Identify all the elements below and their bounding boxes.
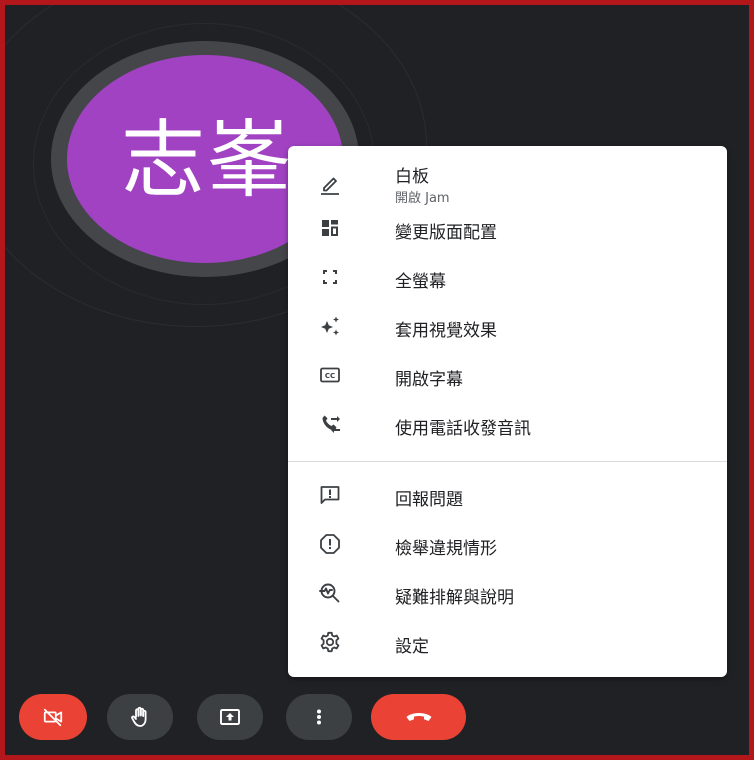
menu-item-report-abuse[interactable]: 檢舉違規情形 [288,522,727,566]
hand-icon [128,705,152,729]
menu-item-label: 全螢幕 [395,272,446,292]
svg-text:CC: CC [325,372,335,380]
closed-captions-icon: CC [318,363,342,387]
pencil-icon [318,172,342,196]
present-button[interactable] [197,694,263,740]
more-options-menu: 白板 開啟 Jam 變更版面配置 全螢幕 套用視覺效果 CC 開啟字幕 使用電話… [288,146,727,677]
phone-transfer-icon [318,412,342,436]
more-options-button[interactable] [286,694,352,740]
meeting-window: 志峯 白板 開啟 Jam 變更版面配置 全螢幕 套用視覺效果 CC 開啟字幕 使… [0,0,754,760]
feedback-icon [318,483,342,507]
menu-divider [288,461,727,462]
menu-item-change-layout[interactable]: 變更版面配置 [288,206,727,250]
troubleshoot-icon [318,581,342,605]
menu-item-fullscreen[interactable]: 全螢幕 [288,255,727,299]
layout-icon [318,216,342,240]
report-icon [318,532,342,556]
menu-item-captions[interactable]: CC 開啟字幕 [288,353,727,397]
settings-icon [318,630,342,654]
fullscreen-icon [318,265,342,289]
raise-hand-button[interactable] [107,694,173,740]
avatar-initials: 志峯 [120,110,293,209]
more-vert-icon [307,705,331,729]
call-end-icon [404,706,434,728]
leave-call-button[interactable] [371,694,466,740]
menu-item-label: 白板 [395,167,429,187]
menu-item-label: 開啟字幕 [395,370,463,390]
menu-item-label: 使用電話收發音訊 [395,419,531,439]
menu-item-label: 套用視覺效果 [395,321,497,341]
menu-item-label: 檢舉違規情形 [395,539,497,559]
menu-item-visual-effects[interactable]: 套用視覺效果 [288,304,727,348]
menu-item-settings[interactable]: 設定 [288,620,727,664]
menu-item-report-problem[interactable]: 回報問題 [288,473,727,517]
menu-item-label: 變更版面配置 [395,223,497,243]
video-off-icon [42,706,64,728]
menu-item-label: 疑難排解與說明 [395,588,514,608]
camera-off-button[interactable] [19,694,87,740]
present-icon [218,705,242,729]
sparkle-icon [318,314,342,338]
menu-item-label: 回報問題 [395,490,463,510]
menu-item-sublabel: 開啟 Jam [395,191,450,206]
menu-item-troubleshoot[interactable]: 疑難排解與說明 [288,571,727,615]
menu-item-label: 設定 [395,637,429,657]
menu-item-phone-audio[interactable]: 使用電話收發音訊 [288,402,727,446]
